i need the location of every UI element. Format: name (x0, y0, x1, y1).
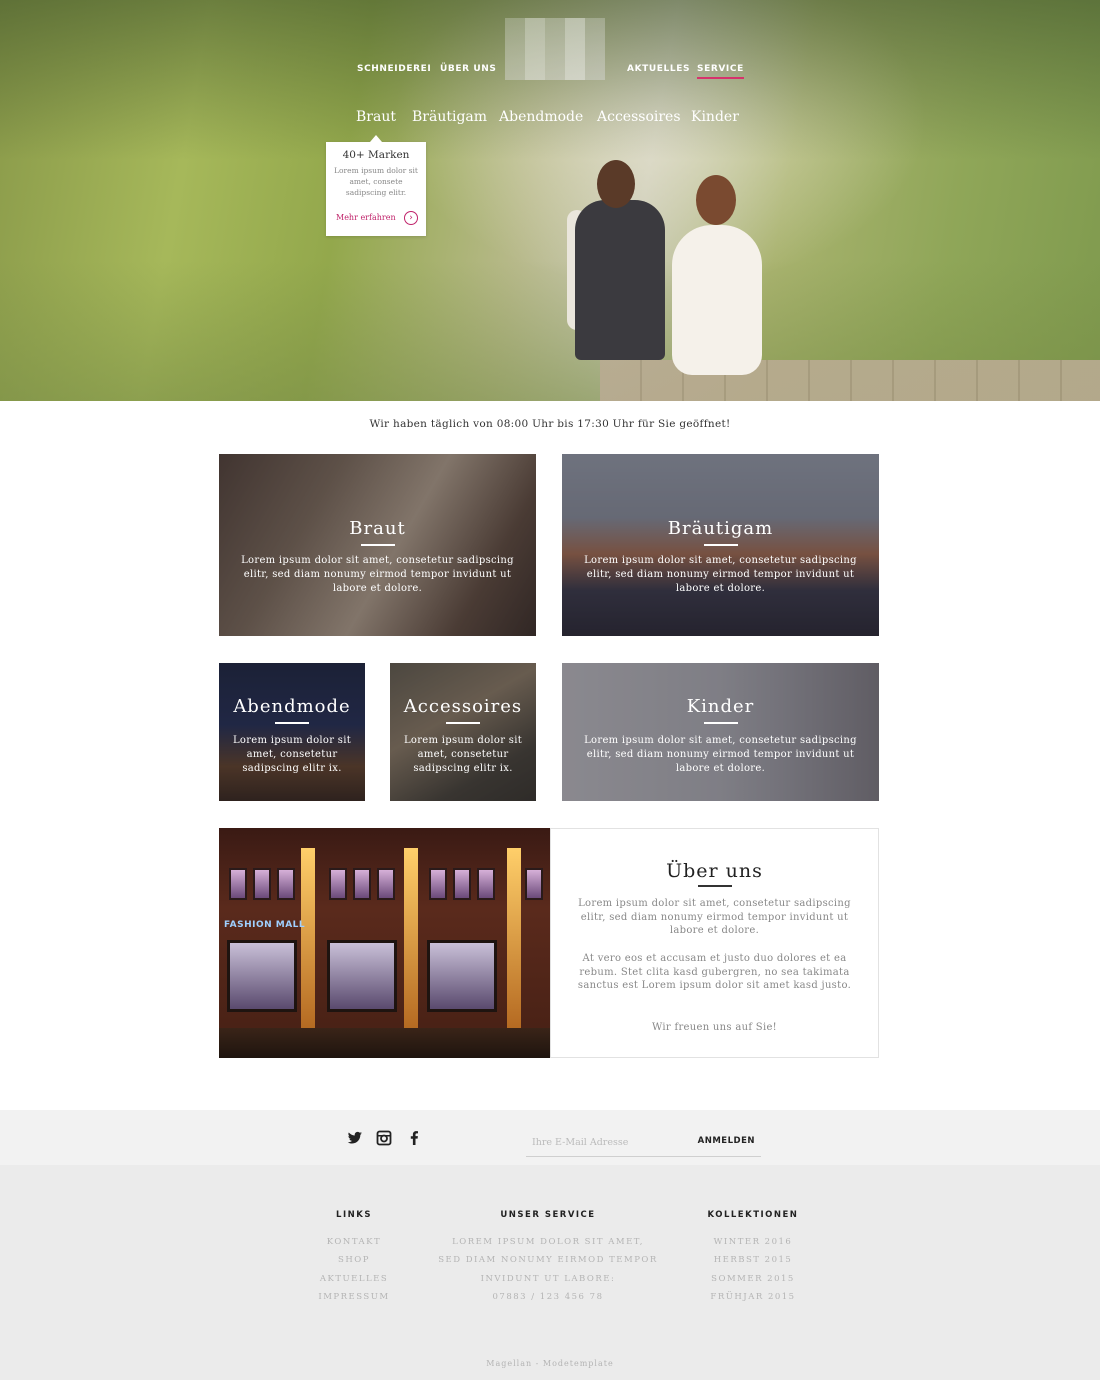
tile-underline (275, 722, 309, 724)
instagram-icon[interactable] (376, 1130, 392, 1146)
facebook-icon[interactable] (406, 1130, 422, 1146)
groom-figure (567, 160, 665, 380)
tile-abendmode[interactable]: Abendmode Lorem ipsum dolor sit amet, co… (219, 663, 365, 801)
about-paragraph-2: At vero eos et accusam et justo duo dolo… (577, 953, 852, 992)
tile-title: Braut (349, 518, 406, 539)
footer-link-sommer-2015[interactable]: SOMMER 2015 (693, 1270, 813, 1288)
footer-link-impressum[interactable]: IMPRESSUM (304, 1288, 404, 1306)
subnav-item-accessoires[interactable]: Accessoires (597, 109, 681, 125)
footer-link-winter-2016[interactable]: WINTER 2016 (693, 1233, 813, 1251)
footer-col-service: UNSER SERVICE LOREM IPSUM DOLOR SIT AMET… (438, 1210, 658, 1306)
footer-col-kollektionen: KOLLEKTIONEN WINTER 2016 HERBST 2015 SOM… (693, 1210, 813, 1306)
tile-underline (703, 722, 738, 724)
about-underline (698, 885, 732, 887)
subnav-item-braeutigam[interactable]: Bräutigam (412, 109, 487, 125)
about-box: Über uns Lorem ipsum dolor sit amet, con… (550, 828, 879, 1058)
tile-accessoires[interactable]: Accessoires Lorem ipsum dolor sit amet, … (390, 663, 536, 801)
tile-text: Lorem ipsum dolor sit amet, consetetur s… (584, 735, 857, 774)
tile-title: Kinder (686, 696, 755, 717)
tile-text: Lorem ipsum dolor sit amet, consetetur s… (232, 735, 352, 774)
tile-underline (446, 722, 480, 724)
footer-link-aktuelles[interactable]: AKTUELLES (304, 1270, 404, 1288)
tile-title: Abendmode (233, 696, 351, 717)
footer-link-shop[interactable]: SHOP (304, 1251, 404, 1269)
tile-underline (703, 544, 738, 546)
dropdown-panel: 40+ Marken Lorem ipsum dolor sit amet, c… (326, 135, 426, 236)
tile-underline (360, 544, 395, 546)
fashion-mall-sign: FASHION MALL (224, 920, 306, 930)
nav-item-ueber-uns[interactable]: ÜBER UNS (440, 64, 497, 74)
sub-nav: Braut Bräutigam Abendmode Accessoires Ki… (0, 109, 1100, 131)
tile-text: Lorem ipsum dolor sit amet, consetetur s… (403, 735, 523, 774)
footer-col-links: LINKS KONTAKT SHOP AKTUELLES IMPRESSUM (304, 1210, 404, 1306)
chevron-right-circle-icon[interactable]: › (404, 211, 418, 225)
footer-heading: UNSER SERVICE (500, 1210, 596, 1220)
nav-item-aktuelles[interactable]: AKTUELLES (627, 64, 690, 74)
opening-hours: Wir haben täglich von 08:00 Uhr bis 17:3… (369, 418, 731, 430)
tile-braeutigam[interactable]: Bräutigam Lorem ipsum dolor sit amet, co… (562, 454, 879, 636)
dropdown-title: 40+ Marken (342, 149, 410, 161)
tile-braut[interactable]: Braut Lorem ipsum dolor sit amet, conset… (219, 454, 536, 636)
email-input[interactable] (532, 1130, 692, 1154)
subnav-item-kinder[interactable]: Kinder (691, 109, 739, 125)
newsletter-form: ANMELDEN (526, 1130, 761, 1157)
about-title: Über uns (666, 860, 763, 882)
footer-link-kontakt[interactable]: KONTAKT (304, 1233, 404, 1251)
tile-text: Lorem ipsum dolor sit amet, consetetur s… (241, 555, 514, 594)
footer: LINKS KONTAKT SHOP AKTUELLES IMPRESSUM U… (0, 1165, 1100, 1380)
subscribe-button[interactable]: ANMELDEN (698, 1136, 755, 1146)
nav-item-service[interactable]: SERVICE (697, 64, 744, 79)
footer-service-line: INVIDUNT UT LABORE: (480, 1273, 616, 1284)
dropdown-text: Lorem ipsum dolor sit amet, consete sadi… (334, 166, 418, 197)
footer-heading: LINKS (336, 1210, 372, 1220)
footer-phone: 07883 / 123 456 78 (492, 1291, 604, 1302)
twitter-icon[interactable] (347, 1130, 363, 1146)
tile-title: Bräutigam (667, 518, 774, 539)
about-paragraph-3: Wir freuen uns auf Sie! (652, 1022, 777, 1033)
main-nav: SCHNEIDEREI ÜBER UNS AKTUELLES SERVICE (0, 64, 1100, 80)
subnav-item-braut[interactable]: Braut (356, 109, 396, 125)
copyright: Magellan - Modetemplate (486, 1359, 614, 1368)
footer-link-fruehjar-2015[interactable]: FRÜHJAR 2015 (693, 1288, 813, 1306)
tile-title: Accessoires (403, 696, 523, 717)
footer-link-herbst-2015[interactable]: HERBST 2015 (693, 1251, 813, 1269)
bride-figure (668, 175, 778, 375)
tile-kinder[interactable]: Kinder Lorem ipsum dolor sit amet, conse… (562, 663, 879, 801)
footer-service-line: LOREM IPSUM DOLOR SIT AMET, (452, 1237, 644, 1247)
tile-text: Lorem ipsum dolor sit amet, consetetur s… (584, 555, 857, 594)
about-image: FASHION MALL (219, 828, 550, 1058)
subnav-item-abendmode[interactable]: Abendmode (499, 109, 583, 125)
more-link[interactable]: Mehr erfahren (336, 213, 396, 222)
footer-heading: KOLLEKTIONEN (707, 1210, 799, 1220)
newsletter-bar: ANMELDEN (0, 1110, 1100, 1165)
about-paragraph-1: Lorem ipsum dolor sit amet, consetetur s… (578, 898, 851, 937)
footer-service-line: SED DIAM NONUMY EIRMOD TEMPOR (438, 1255, 658, 1266)
nav-item-schneiderei[interactable]: SCHNEIDEREI (357, 64, 431, 74)
